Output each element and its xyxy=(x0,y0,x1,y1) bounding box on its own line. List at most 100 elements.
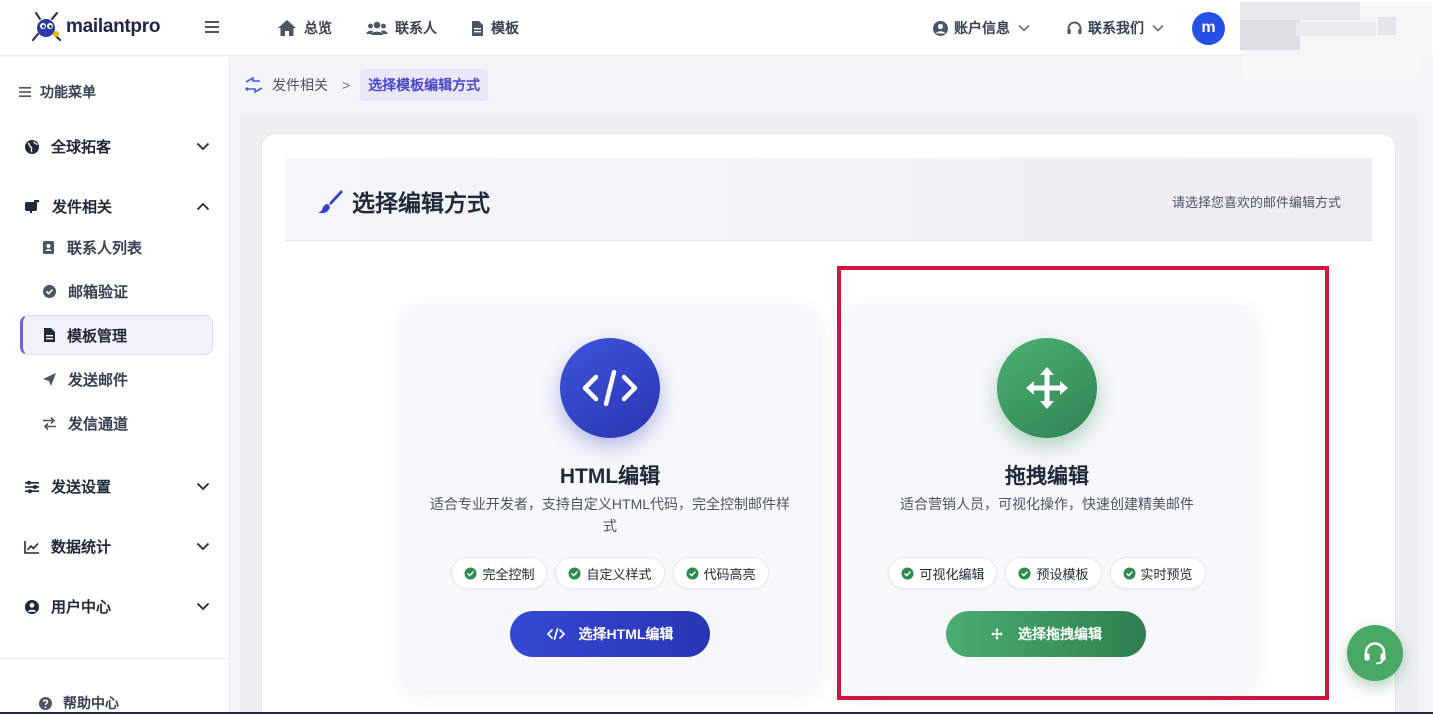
sidebar-item-label: 联系人列表 xyxy=(67,240,143,257)
section-title: 选择编辑方式 xyxy=(317,184,490,218)
ant-logo-icon xyxy=(32,12,61,41)
arrows-exchange-icon xyxy=(43,416,56,431)
highlight-annotation-box xyxy=(837,266,1329,700)
breadcrumb-current: 选择模板编辑方式 xyxy=(360,69,489,101)
sidebar-item-label: 发信通道 xyxy=(68,416,129,433)
sidebar-group-label: 发送设置 xyxy=(51,479,112,496)
top-bar: mailantpro 总览 联系人 模板 账户信息 联系我们 m xyxy=(0,0,1433,56)
section-title-label: 选择编辑方式 xyxy=(352,190,490,216)
html-feature-tags: 完全控制 自定义样式 代码高亮 xyxy=(401,557,819,589)
topnav-templates-label: 模板 xyxy=(491,20,519,36)
user-circle-icon xyxy=(25,599,39,614)
sidebar-group-statistics[interactable]: 数据统计 xyxy=(24,536,210,557)
sidebar-group-user-center[interactable]: 用户中心 xyxy=(24,596,210,617)
sidebar-divider xyxy=(0,658,229,659)
menu-toggle-icon[interactable] xyxy=(204,17,222,37)
chevron-down-icon xyxy=(196,542,210,551)
sidebar-title-label: 功能菜单 xyxy=(40,84,96,100)
top-nav: 总览 联系人 模板 xyxy=(277,0,553,56)
topnav-overview-label: 总览 xyxy=(304,20,332,36)
list-icon xyxy=(19,87,31,97)
brand-logo[interactable]: mailantpro xyxy=(30,10,160,44)
mailbox-icon xyxy=(25,200,39,213)
paper-plane-icon xyxy=(43,373,56,386)
sidebar-title: 功能菜单 xyxy=(18,82,96,102)
check-circle-icon xyxy=(568,567,581,579)
user-avatar[interactable]: m xyxy=(1192,11,1225,45)
sidebar-group-send-settings[interactable]: 发送设置 xyxy=(24,476,210,497)
redacted-block xyxy=(1378,17,1396,35)
topnav-contacts[interactable]: 联系人 xyxy=(366,18,437,38)
sidebar-item-template-management[interactable]: 模板管理 xyxy=(20,315,213,355)
help-center-label: 帮助中心 xyxy=(63,695,119,711)
support-chat-button[interactable] xyxy=(1347,625,1403,681)
sidebar-group-label: 发件相关 xyxy=(52,199,113,216)
headset-icon xyxy=(1067,21,1082,34)
file-icon xyxy=(472,20,483,36)
html-editor-option[interactable]: HTML编辑 适合专业开发者，支持自定义HTML代码，完全控制邮件样式 完全控制… xyxy=(401,305,819,691)
sidebar-item-label: 邮箱验证 xyxy=(68,284,129,301)
code-icon xyxy=(546,628,565,640)
chevron-up-icon xyxy=(196,202,210,211)
check-circle-icon xyxy=(464,567,477,579)
code-icon xyxy=(582,369,638,407)
redacted-block xyxy=(1240,20,1300,50)
home-icon xyxy=(278,20,296,36)
sidebar-item-sending-channel[interactable]: 发信通道 xyxy=(42,413,128,434)
account-dropdown[interactable]: 账户信息 xyxy=(932,18,1030,38)
breadcrumb-separator: > xyxy=(342,77,351,93)
topnav-contacts-label: 联系人 xyxy=(395,20,437,36)
sliders-icon xyxy=(25,480,39,493)
contact-us-label: 联系我们 xyxy=(1088,20,1144,36)
select-html-editor-button[interactable]: 选择HTML编辑 xyxy=(510,611,710,657)
sidebar-group-sending[interactable]: 发件相关 xyxy=(24,196,210,217)
sidebar-item-send-email[interactable]: 发送邮件 xyxy=(42,369,128,390)
sidebar-group-label: 数据统计 xyxy=(51,539,112,556)
sidebar-group-global-prospecting[interactable]: 全球拓客 xyxy=(24,136,210,157)
chevron-down-icon xyxy=(196,482,210,491)
chart-line-icon xyxy=(24,540,39,554)
check-circle-icon xyxy=(686,567,698,579)
feature-tag: 代码高亮 xyxy=(672,557,769,589)
feature-tag-label: 自定义样式 xyxy=(586,566,652,582)
chevron-down-icon xyxy=(196,602,210,611)
headset-icon xyxy=(1364,642,1386,665)
scrollbar-track[interactable] xyxy=(1419,57,1433,714)
sidebar-help-center[interactable]: 帮助中心 xyxy=(38,693,119,713)
chevron-down-icon xyxy=(1018,24,1030,32)
users-icon xyxy=(366,21,388,35)
html-option-badge xyxy=(560,338,660,438)
section-header: 选择编辑方式 请选择您喜欢的邮件编辑方式 xyxy=(285,158,1372,241)
file-icon xyxy=(44,328,55,342)
contact-us-dropdown[interactable]: 联系我们 xyxy=(1066,18,1164,38)
feature-tag: 完全控制 xyxy=(451,557,548,589)
account-label: 账户信息 xyxy=(954,20,1010,36)
globe-icon xyxy=(25,139,39,154)
top-right-menu: 账户信息 联系我们 m xyxy=(932,0,1225,56)
sidebar-item-email-verification[interactable]: 邮箱验证 xyxy=(42,281,128,302)
redacted-block xyxy=(1240,2,1360,20)
question-circle-icon xyxy=(39,696,52,710)
sidebar-item-label: 模板管理 xyxy=(67,327,128,345)
paint-brush-icon xyxy=(318,190,343,214)
check-circle-icon xyxy=(43,285,56,298)
chevron-down-icon xyxy=(196,142,210,151)
sidebar-group-label: 全球拓客 xyxy=(51,139,112,156)
chevron-down-icon xyxy=(1152,24,1164,32)
sidebar-item-contact-list[interactable]: 联系人列表 xyxy=(42,237,142,258)
breadcrumb: 发件相关 > 选择模板编辑方式 xyxy=(244,69,489,101)
feature-tag-label: 代码高亮 xyxy=(703,566,756,582)
sidebar-item-label: 发送邮件 xyxy=(68,372,129,389)
topnav-overview[interactable]: 总览 xyxy=(277,18,332,38)
sidebar-group-label: 用户中心 xyxy=(51,599,112,616)
topnav-templates[interactable]: 模板 xyxy=(471,18,519,38)
feature-tag-label: 完全控制 xyxy=(482,566,535,582)
brand-name: mailantpro xyxy=(66,16,161,37)
redacted-block xyxy=(1296,22,1376,36)
section-subtitle: 请选择您喜欢的邮件编辑方式 xyxy=(1171,195,1341,210)
mail-route-icon xyxy=(245,76,263,94)
breadcrumb-parent[interactable]: 发件相关 xyxy=(272,75,328,95)
feature-tag: 自定义样式 xyxy=(555,557,665,589)
html-option-title: HTML编辑 xyxy=(559,465,661,488)
user-circle-icon xyxy=(933,20,948,36)
